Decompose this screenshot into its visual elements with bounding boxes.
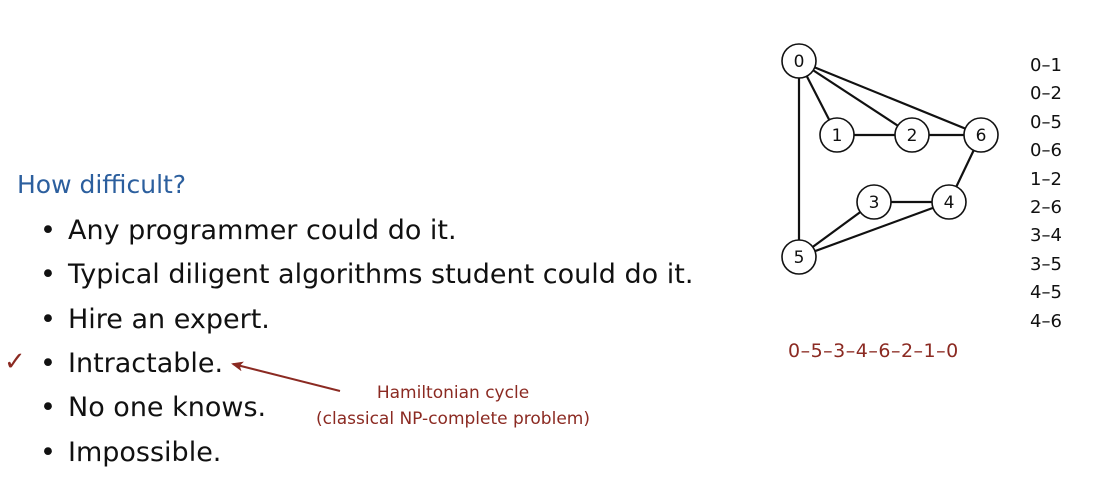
graph-node-1: 1	[819, 117, 855, 153]
node-layer: 0 1 2 3 4 5 6	[781, 43, 999, 275]
graph-node-4: 4	[931, 184, 967, 220]
graph-diagram: 0 1 2 3 4 5 6	[231, 43, 999, 392]
edge-list: 0–1 0–2 0–5 0–6 1–2 2–6 3–4 3–5 4–5 4–6	[1030, 52, 1062, 336]
edge-layer	[797, 59, 982, 259]
edge-list-item: 4–5	[1030, 282, 1062, 304]
graph-node-2: 2	[894, 117, 930, 153]
hamiltonian-cycle-label: 0–5–3–4–6–2–1–0	[788, 340, 959, 362]
graph-node-3: 3	[856, 184, 892, 220]
edge-list-item: 0–2	[1030, 83, 1062, 105]
graph-node-0: 0	[781, 43, 817, 79]
graph-node-label: 5	[794, 248, 805, 268]
graph-node-label: 6	[976, 126, 987, 146]
graph-node-label: 0	[794, 52, 805, 72]
edge-list-item: 1–2	[1030, 168, 1062, 190]
edge-list-item: 3–5	[1030, 253, 1062, 275]
annotation-arrow	[231, 361, 341, 392]
edge-list-item: 0–5	[1030, 111, 1062, 133]
edge-list-item: 0–1	[1030, 55, 1062, 76]
edge-list-item: 3–4	[1030, 225, 1062, 247]
edge-list-item: 4–6	[1030, 310, 1062, 332]
graph-node-6: 6	[963, 117, 999, 153]
graph-node-5: 5	[781, 239, 817, 275]
graph-node-label: 4	[944, 193, 955, 213]
graph-node-label: 3	[869, 193, 880, 213]
graph-node-label: 1	[832, 126, 843, 146]
graph-edge-0-2	[798, 60, 913, 136]
edge-list-item: 0–6	[1030, 140, 1062, 162]
edge-list-item: 2–6	[1030, 197, 1062, 219]
graph-node-label: 2	[907, 126, 918, 146]
